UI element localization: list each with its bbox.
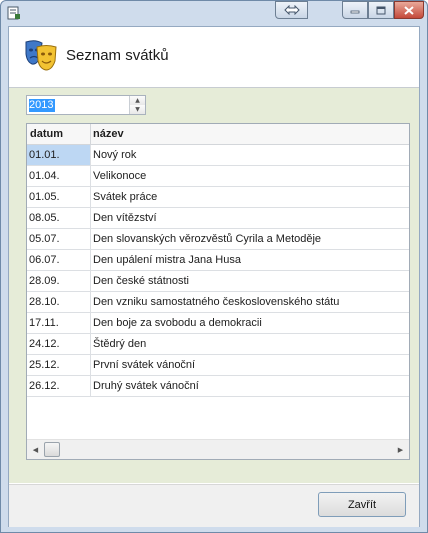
cell-name: První svátek vánoční xyxy=(93,359,196,371)
table-header: datum název xyxy=(27,124,409,145)
cell-name: Nový rok xyxy=(93,149,137,161)
cell-name: Štědrý den xyxy=(93,338,147,350)
year-input[interactable] xyxy=(28,97,129,113)
close-icon xyxy=(404,5,414,15)
title-bar[interactable] xyxy=(1,1,427,25)
page-title: Seznam svátků xyxy=(66,47,169,64)
column-header-name[interactable]: název xyxy=(92,124,293,144)
cell-name: Den upálení mistra Jana Husa xyxy=(93,254,241,266)
cell-date: 01.04. xyxy=(27,166,91,186)
cell-date: 01.05. xyxy=(27,187,91,207)
cell-date: 08.05. xyxy=(27,208,91,228)
restore-icon xyxy=(283,5,300,15)
scroll-right-button[interactable]: ▶ xyxy=(392,440,409,459)
close-button[interactable]: Zavřít xyxy=(318,492,406,517)
cell-date: 06.07. xyxy=(27,250,91,270)
dialog-footer: Zavřít xyxy=(9,484,419,527)
table-row[interactable]: 01.04. Velikonoce xyxy=(27,166,409,187)
table-row[interactable]: 25.12. První svátek vánoční xyxy=(27,355,409,376)
cell-name: Den vzniku samostatného československého… xyxy=(93,296,340,308)
cell-date: 26.12. xyxy=(27,376,91,396)
cell-name: Druhý svátek vánoční xyxy=(93,380,199,392)
table-row[interactable]: 01.01. Nový rok xyxy=(27,145,409,166)
arrow-right-icon: ▶ xyxy=(397,446,404,454)
dialog-header: Seznam svátků xyxy=(9,27,419,88)
scroll-left-button[interactable]: ◀ xyxy=(27,440,44,459)
year-decrement-button[interactable]: ▼ xyxy=(130,105,145,114)
arrow-up-icon: ▲ xyxy=(135,97,140,104)
cell-name: Den slovanských věrozvěstů Cyrila a Meto… xyxy=(93,233,322,245)
theater-masks-icon xyxy=(25,40,57,71)
minimize-button[interactable] xyxy=(342,1,368,19)
app-icon xyxy=(7,6,20,20)
cell-date: 28.10. xyxy=(27,292,91,312)
arrow-down-icon: ▼ xyxy=(135,106,140,113)
table-row[interactable]: 28.09. Den české státnosti xyxy=(27,271,409,292)
content-area: ▲ ▼ datum název 01.01.Nový rok01.04.Veli… xyxy=(9,88,419,483)
cell-date: 24.12. xyxy=(27,334,91,354)
table-row[interactable]: 28.10. Den vzniku samostatného českoslove… xyxy=(27,292,409,313)
cell-name: Den boje za svobodu a demokracii xyxy=(93,317,262,329)
table-row[interactable]: 26.12. Druhý svátek vánoční xyxy=(27,376,409,397)
table-row[interactable]: 06.07. Den upálení mistra Jana Husa xyxy=(27,250,409,271)
column-header-date[interactable]: datum xyxy=(27,124,91,144)
table-row[interactable]: 05.07. Den slovanských věrozvěstů Cyrila … xyxy=(27,229,409,250)
maximize-button[interactable] xyxy=(368,1,394,19)
table-row[interactable]: 01.05. Svátek práce xyxy=(27,187,409,208)
cell-date: 01.01. xyxy=(27,145,91,165)
cell-name: Den české státnosti xyxy=(93,275,189,287)
maximize-icon xyxy=(376,6,386,14)
cell-date: 28.09. xyxy=(27,271,91,291)
minimize-icon xyxy=(350,10,360,14)
cell-date: 17.11. xyxy=(27,313,91,333)
horizontal-scrollbar[interactable]: ◀ ▶ xyxy=(27,439,409,459)
year-spinner[interactable]: ▲ ▼ xyxy=(26,95,146,115)
table-row[interactable]: 17.11. Den boje za svobodu a demokracii xyxy=(27,313,409,334)
table-body: 01.01. Nový rok 01.04. Velikonoce 01.05. Svát… xyxy=(27,145,409,397)
cell-name: Den vítězství xyxy=(93,212,157,224)
app-window: Seznam svátků ▲ ▼ datum název xyxy=(0,0,428,533)
dialog-client-area: Seznam svátků ▲ ▼ datum název xyxy=(8,26,420,527)
cell-date: 05.07. xyxy=(27,229,91,249)
table-row[interactable]: 24.12. Štědrý den xyxy=(27,334,409,355)
arrow-left-icon: ◀ xyxy=(32,446,39,454)
year-spin-buttons: ▲ ▼ xyxy=(129,96,145,114)
cell-date: 25.12. xyxy=(27,355,91,375)
cell-name: Svátek práce xyxy=(93,191,158,203)
restore-button[interactable] xyxy=(275,1,308,19)
scrollbar-thumb[interactable] xyxy=(44,442,60,457)
table-row[interactable]: 08.05. Den vítězství xyxy=(27,208,409,229)
close-window-button[interactable] xyxy=(394,1,424,19)
holiday-table: datum název 01.01. Nový rok 01.04. Velikono… xyxy=(26,123,410,460)
cell-name: Velikonoce xyxy=(93,170,147,182)
